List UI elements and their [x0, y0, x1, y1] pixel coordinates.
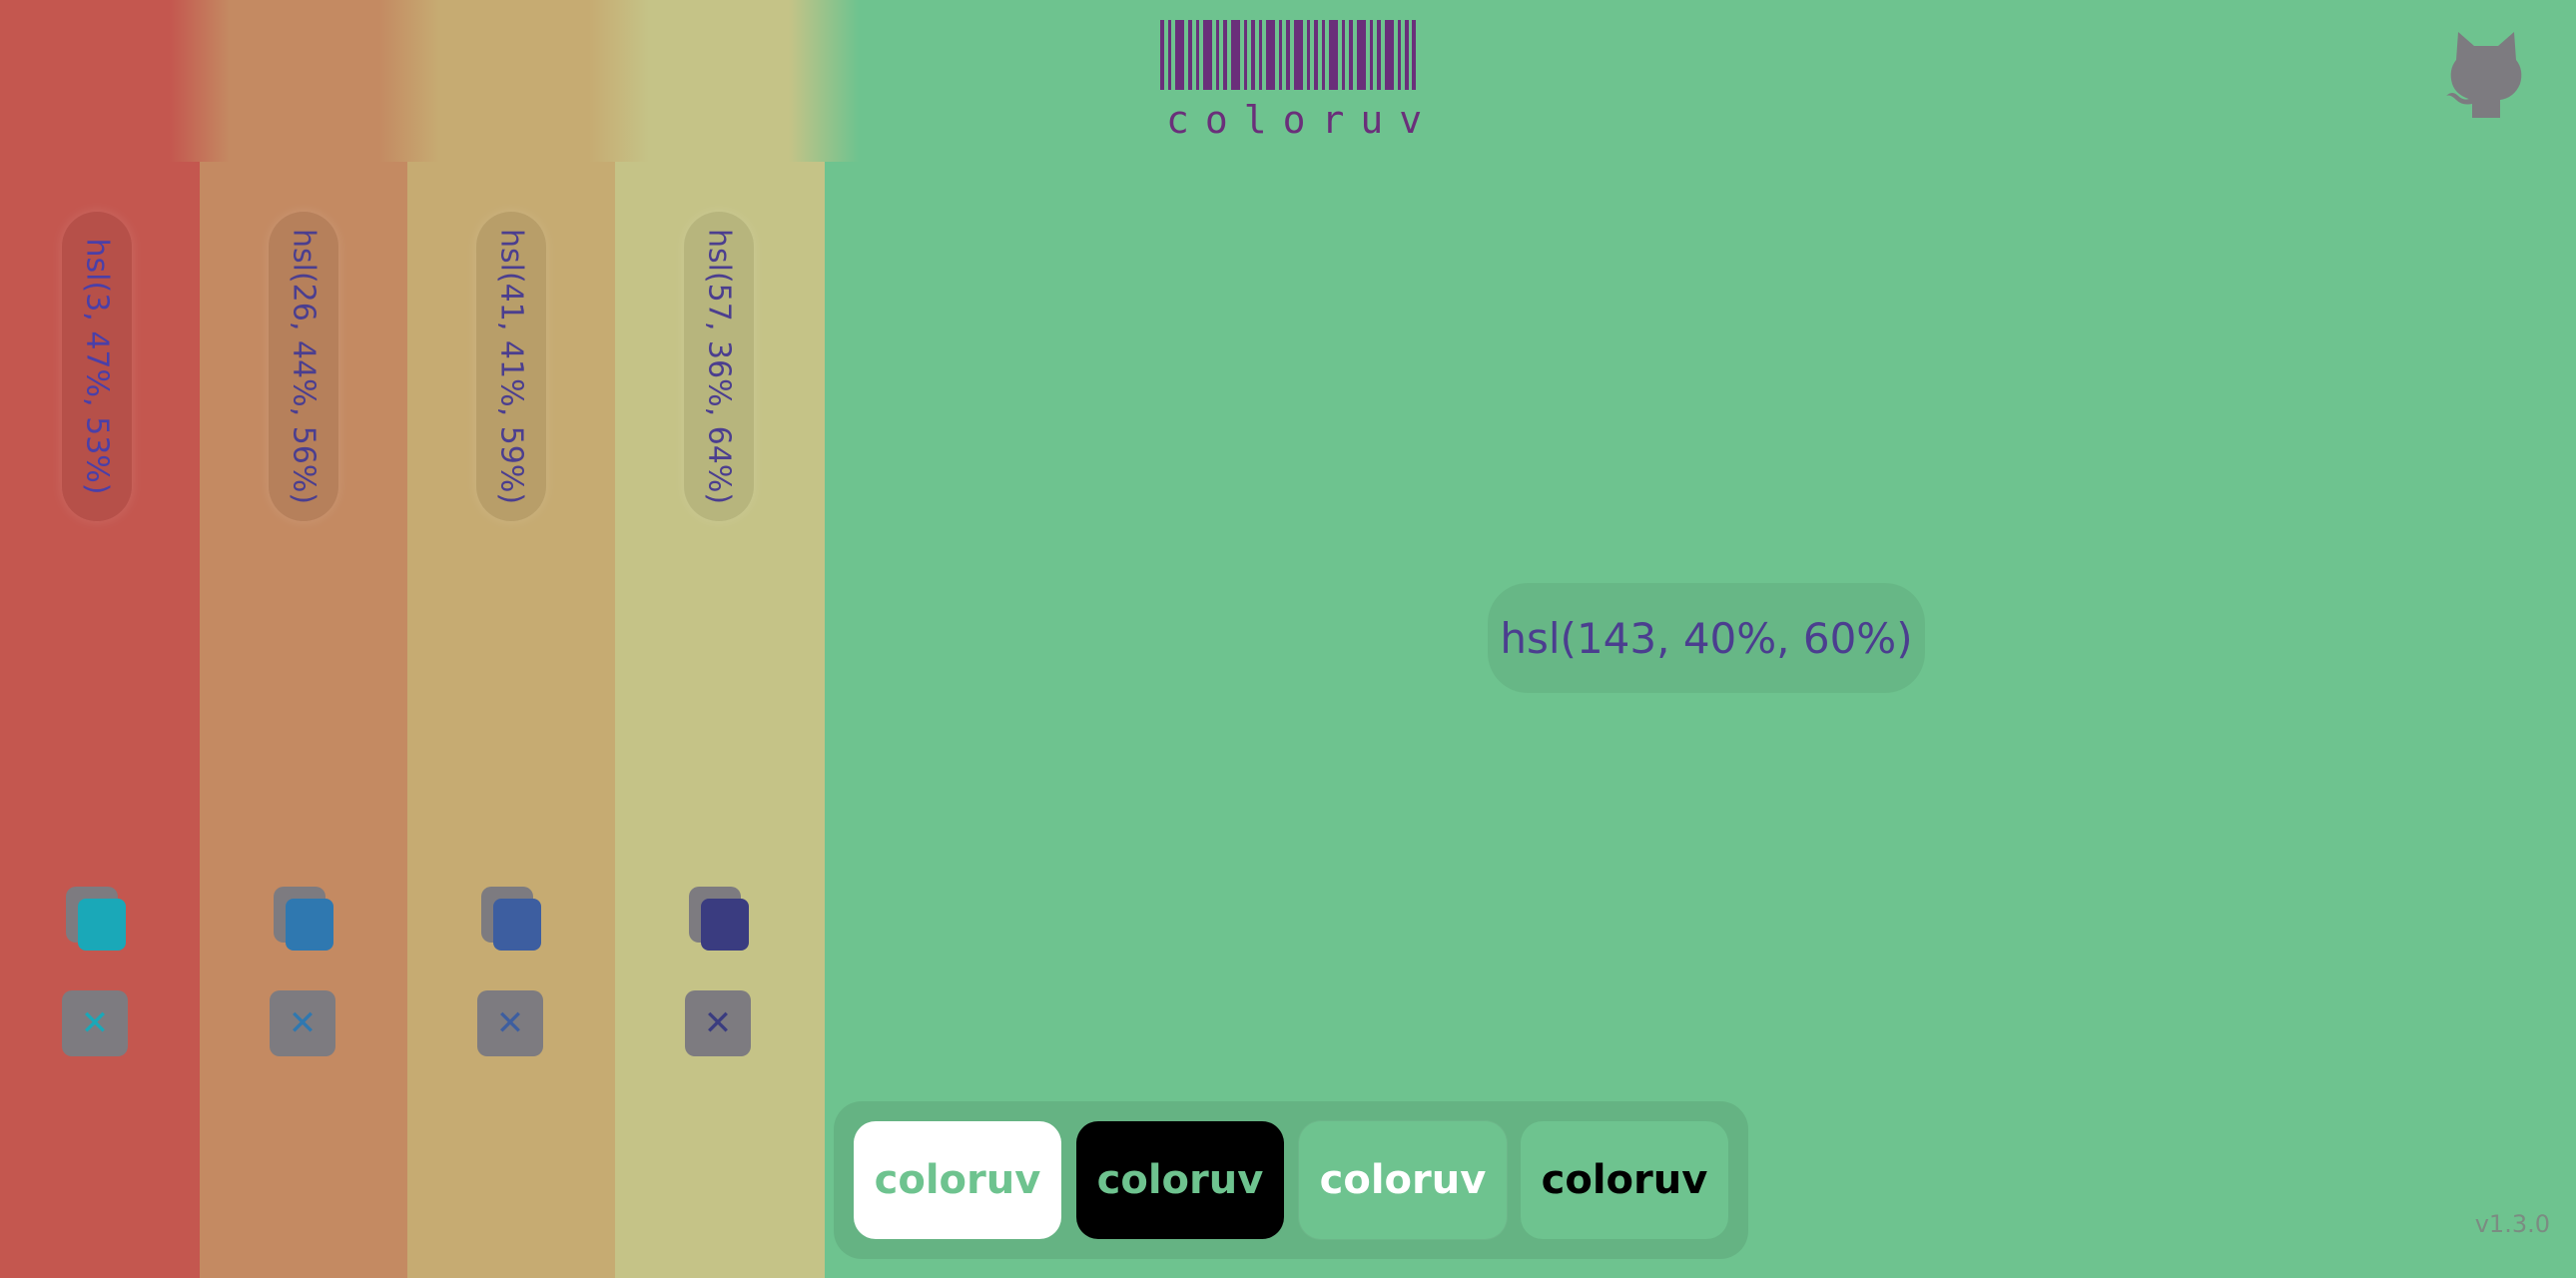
swatch-4-hsl-text: hsl(57, 36%, 64%)	[701, 228, 737, 505]
picker-front	[701, 899, 749, 951]
header-fade	[0, 0, 859, 162]
sample-white-bg[interactable]: coloruv	[854, 1121, 1061, 1239]
swatch-1-remove-button[interactable]: ✕	[62, 990, 128, 1056]
swatch-column-2	[200, 0, 407, 1278]
close-icon: ✕	[80, 1003, 110, 1043]
close-icon: ✕	[495, 1003, 525, 1043]
swatch-column-1	[0, 0, 208, 1278]
swatch-3-color-picker-icon[interactable]	[481, 887, 541, 951]
current-color-label[interactable]: hsl(143, 40%, 60%)	[1488, 583, 1925, 693]
brand-name: coloruv	[1166, 98, 1439, 142]
logo[interactable]: coloruv	[1158, 20, 1422, 142]
github-octocat-icon[interactable]	[2444, 30, 2528, 120]
swatch-column-3	[407, 0, 615, 1278]
swatch-column-4	[615, 0, 825, 1278]
sample-white-text[interactable]: coloruv	[1299, 1121, 1507, 1239]
close-icon: ✕	[288, 1003, 318, 1043]
swatch-3-remove-button[interactable]: ✕	[477, 990, 543, 1056]
picker-front	[493, 899, 541, 951]
swatch-1-hsl-text: hsl(3, 47%, 53%)	[79, 238, 115, 495]
swatch-4-hsl-label[interactable]: hsl(57, 36%, 64%)	[684, 212, 754, 521]
picker-front	[78, 899, 126, 951]
swatch-1-hsl-label[interactable]: hsl(3, 47%, 53%)	[62, 212, 132, 521]
swatch-2-color-picker-icon[interactable]	[274, 887, 333, 951]
swatch-1-color-picker-icon[interactable]	[66, 887, 126, 951]
swatch-4-color-picker-icon[interactable]	[689, 887, 749, 951]
sample-black-text[interactable]: coloruv	[1521, 1121, 1728, 1239]
swatch-2-hsl-text: hsl(26, 44%, 56%)	[286, 228, 322, 505]
swatch-3-hsl-label[interactable]: hsl(41, 41%, 59%)	[476, 212, 546, 521]
swatch-3-hsl-text: hsl(41, 41%, 59%)	[493, 228, 529, 505]
swatch-4-remove-button[interactable]: ✕	[685, 990, 751, 1056]
swatch-2-hsl-label[interactable]: hsl(26, 44%, 56%)	[269, 212, 338, 521]
close-icon: ✕	[703, 1003, 733, 1043]
sample-black-bg[interactable]: coloruv	[1076, 1121, 1284, 1239]
picker-front	[286, 899, 333, 951]
contrast-samples: coloruv coloruv coloruv coloruv	[834, 1101, 1748, 1259]
version-label: v1.3.0	[2474, 1210, 2550, 1238]
barcode-icon	[1160, 20, 1416, 90]
swatch-2-remove-button[interactable]: ✕	[270, 990, 335, 1056]
